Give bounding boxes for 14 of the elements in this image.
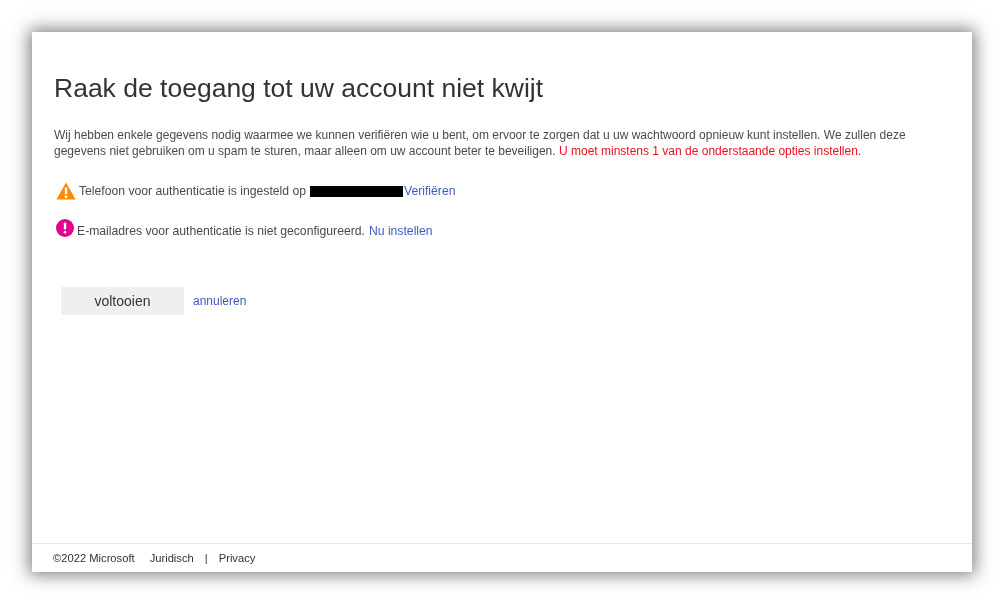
warning-icon (56, 182, 76, 200)
intro-paragraph: Wij hebben enkele gegevens nodig waarmee we kunnen verifiëren wie u bent, om ervoor te zorgen dat u uw wachtwoord opnieuw kunt instellen. We zullen deze gegevens niet gebruiken om u spam te sturen, maar alleen om uw account beter te beveiligen. U moet minstens 1 van de onderstaande opties instellen. (54, 127, 907, 159)
error-icon (56, 219, 74, 237)
copyright-text: ©2022 Microsoft (53, 550, 135, 566)
footer-link[interactable]: Juridisch (149, 549, 194, 567)
finish-button[interactable]: voltooien (61, 287, 184, 315)
page-title: Raak de toegang tot uw account niet kwijt (54, 72, 545, 105)
footer-link[interactable]: Privacy (218, 549, 256, 567)
footer-separator: | (204, 550, 208, 566)
verify-link[interactable]: Verifiëren (404, 181, 456, 201)
setup-link[interactable]: Nu instellen (368, 221, 433, 241)
cancel-link[interactable]: annuleren (193, 292, 247, 310)
status-text: E-mailadres voor authenticatie is niet geconfigureerd. (77, 222, 365, 240)
status-text: Telefoon voor authenticatie is ingesteld op (79, 182, 306, 200)
